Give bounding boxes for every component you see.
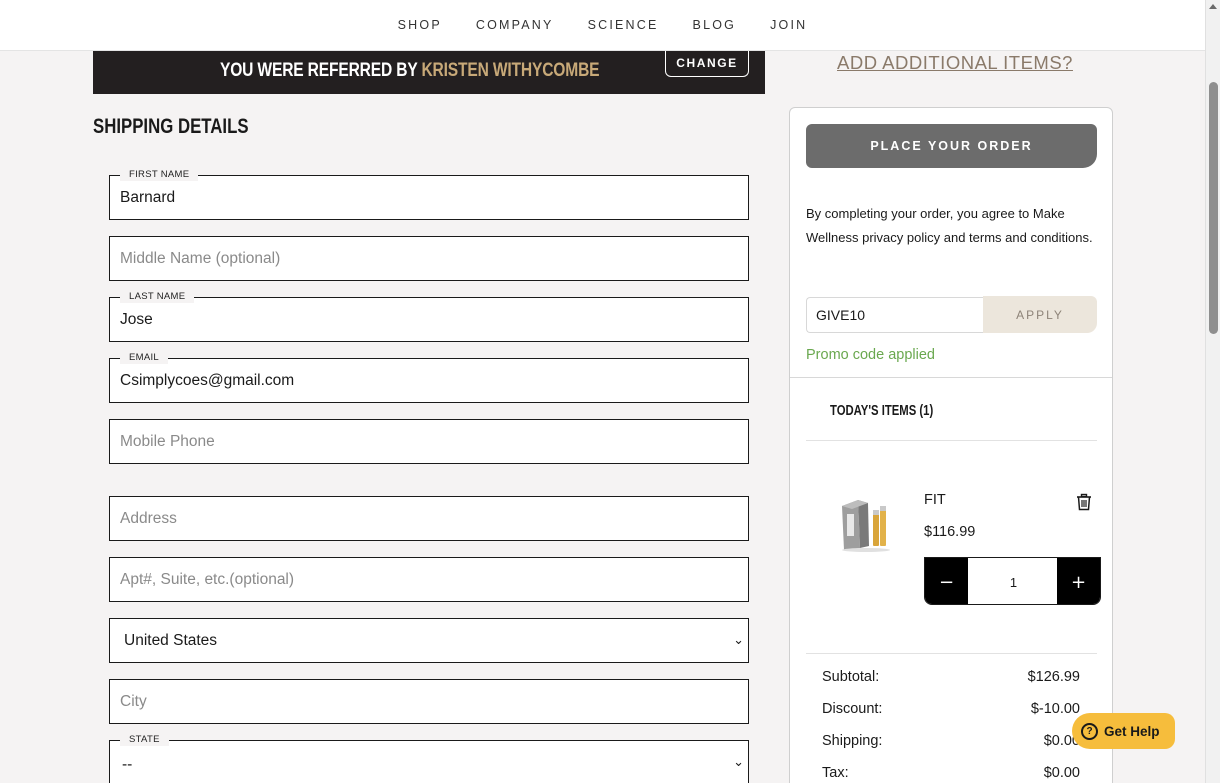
question-circle-icon: ? — [1081, 722, 1098, 740]
todays-items-title: TODAY'S ITEMS (1) — [830, 403, 934, 419]
promo-code-input[interactable] — [806, 297, 984, 333]
apt-input[interactable] — [110, 558, 748, 601]
last-name-label: LAST NAME — [120, 291, 195, 303]
product-name: FIT — [924, 492, 946, 508]
scroll-up-arrow-icon[interactable] — [1209, 4, 1217, 9]
apt-field — [109, 557, 749, 602]
city-field — [109, 679, 749, 724]
email-field: EMAIL — [109, 352, 749, 403]
divider — [806, 653, 1097, 654]
shipping-details-title: SHIPPING DETAILS — [93, 115, 249, 138]
first-name-input[interactable] — [110, 176, 748, 219]
divider — [806, 440, 1097, 441]
referral-text: YOU WERE REFERRED BY KRISTEN WITHYCOMBE — [220, 60, 600, 82]
referral-prefix: YOU WERE REFERRED BY — [220, 60, 422, 81]
subtotal-row: Subtotal: $126.99 — [822, 669, 1080, 685]
nav-join[interactable]: JOIN — [770, 18, 807, 32]
quantity-value[interactable]: 1 — [968, 558, 1059, 604]
add-additional-items-link[interactable]: ADD ADDITIONAL ITEMS? — [837, 52, 1073, 74]
email-input[interactable] — [110, 359, 748, 402]
city-input[interactable] — [110, 680, 748, 723]
discount-value: $-10.00 — [1030, 701, 1080, 717]
subtotal-label: Subtotal: — [822, 669, 880, 685]
nav-company[interactable]: COMPANY — [476, 18, 554, 32]
address-input[interactable] — [110, 497, 748, 540]
tax-row: Tax: $0.00 — [822, 765, 1080, 781]
state-label: STATE — [120, 734, 169, 746]
tax-value: $0.00 — [1043, 765, 1080, 781]
nav-blog[interactable]: BLOG — [693, 18, 737, 32]
mobile-phone-input[interactable] — [110, 420, 748, 463]
last-name-field: LAST NAME — [109, 291, 749, 342]
first-name-label: FIRST NAME — [120, 169, 199, 181]
product-box-image — [842, 500, 890, 552]
change-referrer-button[interactable]: CHANGE — [665, 50, 749, 77]
get-help-button[interactable]: ? Get Help — [1072, 713, 1175, 749]
divider — [790, 377, 1112, 378]
quantity-stepper: − 1 + — [924, 557, 1101, 605]
subtotal-value: $126.99 — [1027, 669, 1080, 685]
apply-promo-button[interactable]: APPLY — [983, 296, 1097, 333]
decrease-quantity-button[interactable]: − — [925, 558, 968, 604]
country-select[interactable]: United States — [110, 619, 748, 662]
middle-name-field — [109, 236, 749, 281]
first-name-field: FIRST NAME — [109, 169, 749, 220]
email-label: EMAIL — [120, 352, 169, 364]
address-field — [109, 496, 749, 541]
tax-label: Tax: — [822, 765, 849, 781]
state-field: STATE -- ⌄ — [109, 734, 749, 783]
promo-status-message: Promo code applied — [806, 347, 935, 363]
increase-quantity-button[interactable]: + — [1057, 558, 1100, 604]
minus-icon: − — [938, 571, 955, 593]
middle-name-input[interactable] — [110, 237, 748, 280]
referral-banner: YOU WERE REFERRED BY KRISTEN WITHYCOMBE … — [93, 50, 765, 94]
get-help-label: Get Help — [1104, 723, 1160, 739]
order-summary-card: PLACE YOUR ORDER By completing your orde… — [789, 107, 1113, 783]
scroll-thumb[interactable] — [1209, 82, 1218, 334]
last-name-input[interactable] — [110, 298, 748, 341]
shipping-row: Shipping: $0.00 — [822, 733, 1080, 749]
page-scrollbar[interactable] — [1205, 0, 1220, 783]
discount-row: Discount: $-10.00 — [822, 701, 1080, 717]
place-order-button[interactable]: PLACE YOUR ORDER — [806, 124, 1097, 168]
mobile-phone-field — [109, 419, 749, 464]
order-agreement-text: By completing your order, you agree to M… — [806, 206, 1093, 245]
country-field: United States ⌄ — [109, 618, 749, 663]
top-navigation: SHOP COMPANY SCIENCE BLOG JOIN — [0, 0, 1205, 51]
product-price: $116.99 — [924, 524, 976, 540]
state-select[interactable]: -- — [110, 741, 748, 783]
referrer-name: KRISTEN WITHYCOMBE — [421, 60, 600, 81]
plus-icon: + — [1070, 571, 1087, 593]
nav-science[interactable]: SCIENCE — [588, 18, 659, 32]
nav-shop[interactable]: SHOP — [398, 18, 442, 32]
trash-icon[interactable] — [1075, 493, 1093, 511]
discount-label: Discount: — [822, 701, 883, 717]
shipping-label: Shipping: — [822, 733, 883, 749]
